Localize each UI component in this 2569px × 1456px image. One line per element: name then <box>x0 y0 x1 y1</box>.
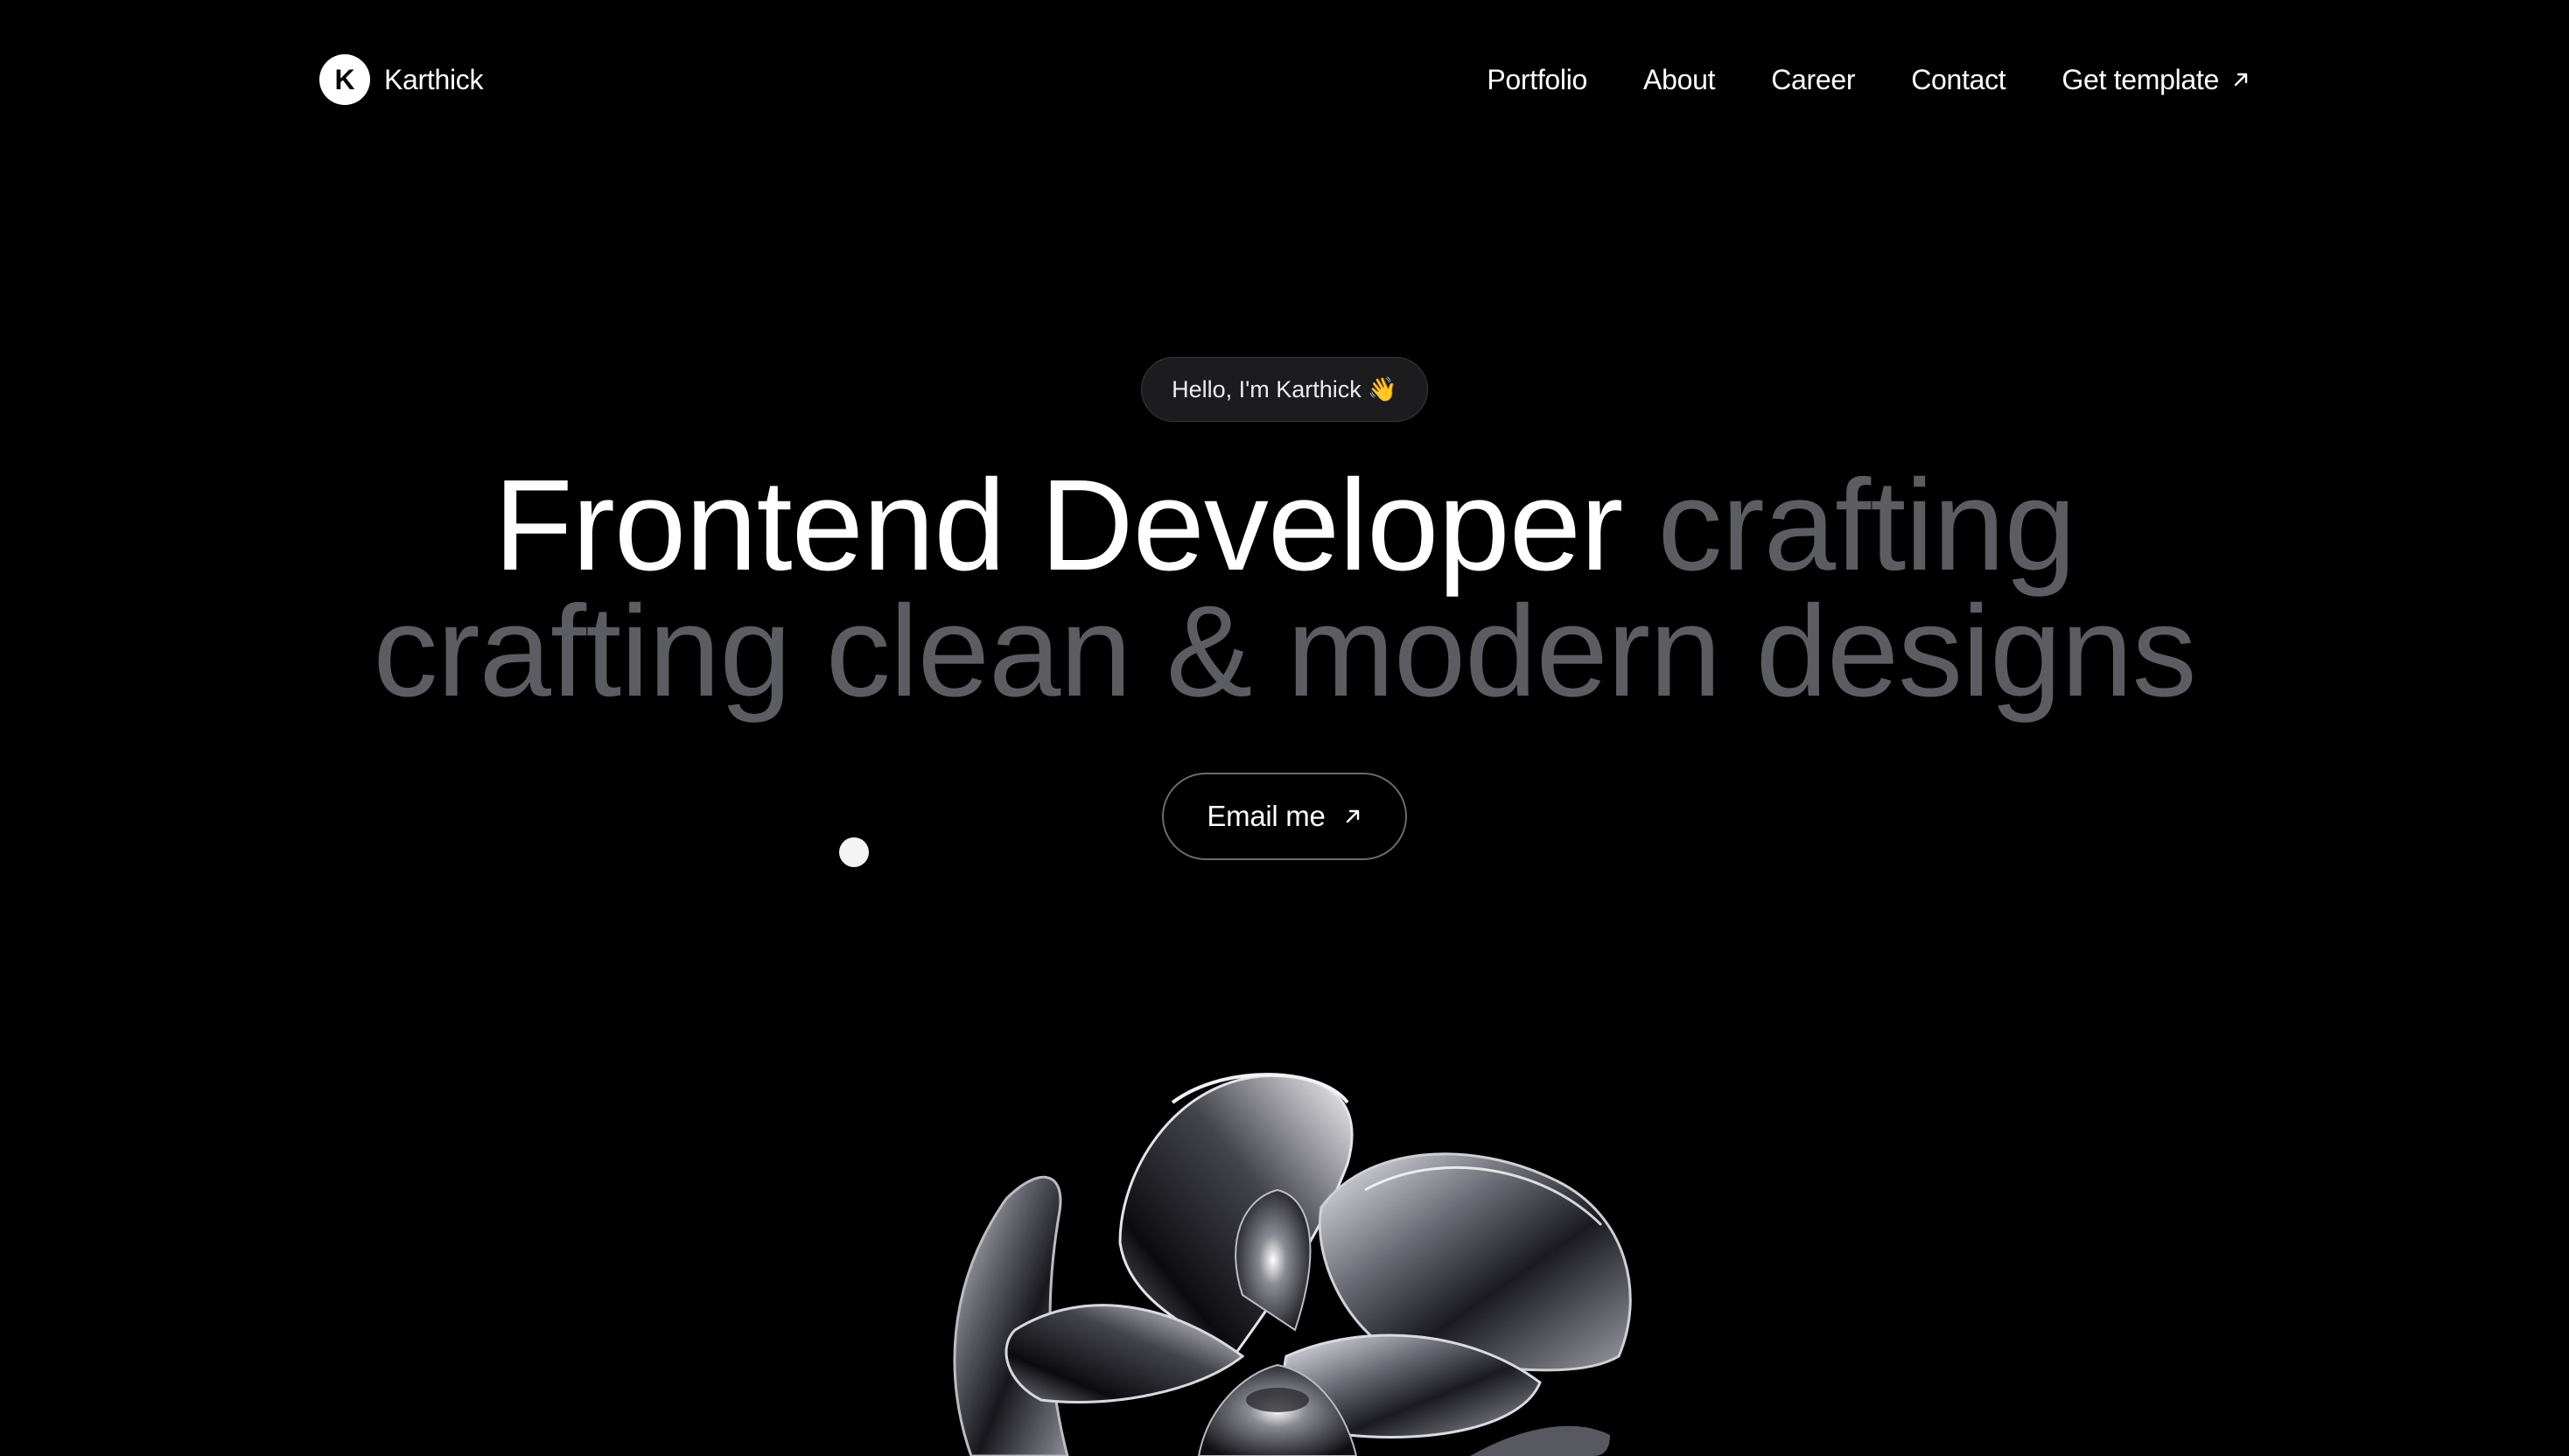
headline-tagline: crafting clean & modern designs <box>373 579 2196 724</box>
nav-item-about[interactable]: About <box>1643 64 1715 96</box>
chrome-flower-image <box>953 1073 1632 1456</box>
nav-label: Get template <box>2062 63 2219 95</box>
nav-label: Contact <box>1911 63 2006 95</box>
main-nav: Portfolio About Career Contact Get templ… <box>1487 54 2250 105</box>
brand-name: Karthick <box>384 63 484 95</box>
email-me-button[interactable]: Email me <box>1162 773 1407 860</box>
nav-item-get-template[interactable]: Get template <box>2062 64 2250 96</box>
nav-label: Career <box>1771 63 1856 95</box>
brand-logo: K <box>319 54 370 105</box>
headline-muted-word: crafting <box>1657 453 2076 598</box>
nav-label: About <box>1643 63 1716 95</box>
greeting-badge: Hello, I'm Karthick 👋 <box>1141 357 1428 422</box>
nav-label: Portfolio <box>1487 63 1588 95</box>
headline-role: Frontend Developer <box>494 453 1623 598</box>
landing-page: K Karthick Portfolio About Career Contac… <box>0 0 2569 1456</box>
arrow-up-right-icon <box>1346 809 1359 823</box>
email-me-label: Email me <box>1207 800 1326 832</box>
cursor-dot <box>839 837 869 867</box>
nav-item-portfolio[interactable]: Portfolio <box>1487 64 1587 96</box>
headline-line-2: crafting clean & modern designs <box>0 587 2569 717</box>
headline-line-1: Frontend Developer crafting <box>0 461 2569 591</box>
nav-item-career[interactable]: Career <box>1771 64 1855 96</box>
nav-item-contact[interactable]: Contact <box>1911 64 2006 96</box>
brand-link[interactable]: K Karthick <box>319 54 484 105</box>
arrow-up-right-icon <box>2234 73 2248 87</box>
